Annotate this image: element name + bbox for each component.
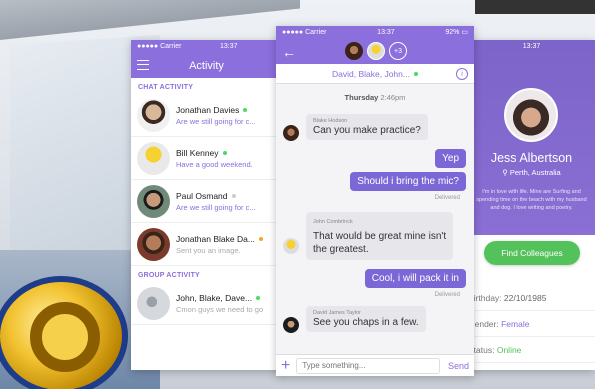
row-value: Female [501, 319, 530, 329]
add-attachment-icon[interactable]: + [281, 357, 290, 374]
row-value: Online [496, 345, 522, 355]
chat-screen: ●●●●● Carrier 13:37 92% ▭ ← +3 David, Bl… [276, 26, 474, 376]
avatar [137, 184, 170, 218]
online-indicator [256, 295, 261, 300]
time-label: 13:37 [522, 43, 541, 50]
sender-avatar [283, 238, 299, 254]
chat-list-item[interactable]: Bill Kenney Have a good weekend. [131, 137, 282, 180]
chat-list-item[interactable]: Jonathan Blake Da... Sent you an image. [131, 223, 282, 266]
message-preview: Are we still going for c... [176, 202, 256, 212]
time-label: 13:37 [377, 28, 395, 36]
message-bubble-incoming: John Combrinck That would be great mine i… [306, 212, 454, 260]
delivered-status: Delivered [434, 195, 460, 201]
message-composer: + Send [276, 354, 474, 376]
status-bar: ●●●●● Carrier 13:37 92% ▭ [276, 26, 474, 38]
avatar [137, 141, 170, 175]
back-arrow-icon[interactable]: ← [282, 44, 296, 60]
group-list-item[interactable]: John, Blake, Dave... Cmon guys we need t… [131, 282, 282, 325]
status-bar: 13:37 [468, 40, 595, 53]
carrier-label: ●●●●● Carrier [137, 43, 182, 50]
battery-icon: ▭ [461, 29, 468, 36]
profile-location: Perth, Australia [509, 168, 561, 177]
status-bar: ●●●●● Carrier 13:37 [131, 40, 282, 53]
profile-name: Jess Albertson [490, 151, 573, 165]
message-preview: Are we still going for c... [176, 116, 256, 126]
profile-screen: 13:37 Jess Albertson ⚲ Perth, Australia … [468, 40, 595, 370]
send-button[interactable]: Send [448, 361, 469, 371]
profile-avatar [504, 88, 558, 142]
contact-name: Jonathan Blake Da... [176, 233, 255, 244]
time-label: 2:46pm [380, 93, 406, 102]
section-header-group: GROUP ACTIVITY [138, 272, 200, 279]
message-text-line2: the greatest. [313, 244, 369, 255]
away-indicator [258, 236, 263, 241]
sender-name: Blake Hodson [313, 118, 348, 124]
profile-row-gender: Gender: Female [468, 311, 595, 337]
profile-row-status: Status: Online [468, 337, 595, 363]
message-input[interactable] [296, 357, 440, 374]
message-preview: Have a good weekend. [176, 159, 253, 169]
chat-list-item[interactable]: Jonathan Davies Are we still going for c… [131, 94, 282, 137]
profile-row-birthday: Birthday: 22/10/1985 [468, 285, 595, 311]
profile-header: 13:37 Jess Albertson ⚲ Perth, Australia … [468, 40, 595, 235]
location-pin-icon: ⚲ [502, 168, 510, 177]
carrier-label: ●●●●● Carrier [282, 28, 327, 36]
section-header-chat: CHAT ACTIVITY [138, 84, 194, 91]
sender-name: John Combrinck [313, 219, 353, 225]
group-avatar [137, 286, 170, 320]
offline-indicator [231, 193, 236, 198]
delivered-status: Delivered [434, 292, 460, 298]
message-list: Thursday 2:46pm Blake Hodson Can you make… [276, 84, 474, 354]
conversation-title-bar: David, Blake, John... i [276, 64, 474, 84]
message-text: Yep [442, 153, 459, 164]
participant-avatar[interactable] [367, 42, 385, 60]
sender-name: David James Taylor [313, 310, 361, 316]
message-text: Should i bring the mic? [357, 176, 459, 187]
navigation-bar: Activity [131, 53, 282, 78]
group-name: John, Blake, Dave... [176, 292, 253, 303]
chat-header: ●●●●● Carrier 13:37 92% ▭ ← +3 [276, 26, 474, 64]
sender-avatar [283, 125, 299, 141]
participant-avatar[interactable] [345, 42, 363, 60]
activity-screen: ●●●●● Carrier 13:37 Activity CHAT ACTIVI… [131, 40, 282, 370]
day-label: Thursday [344, 93, 379, 102]
contact-name: Bill Kenney [176, 147, 219, 158]
date-separator: Thursday 2:46pm [276, 93, 474, 102]
avatar [137, 98, 170, 132]
info-icon[interactable]: i [456, 68, 468, 80]
more-participants-badge[interactable]: +3 [389, 42, 407, 60]
battery-label: 92% [445, 29, 460, 36]
conversation-title: David, Blake, John... [332, 68, 410, 79]
message-bubble-incoming: David James Taylor See you chaps in a few… [306, 306, 426, 332]
page-title: Activity [189, 59, 224, 72]
message-bubble-outgoing: Yep [435, 149, 466, 168]
profile-bio: I'm in love with life. Mine are Surfing … [476, 189, 587, 211]
sender-avatar [283, 317, 299, 333]
chat-list-item[interactable]: Paul Osmand Are we still going for c... [131, 180, 282, 223]
message-text: Can you make practice? [313, 125, 421, 136]
message-text: Cool, i will pack it in [371, 273, 459, 284]
at-sign-core [30, 302, 100, 372]
menu-icon[interactable] [137, 60, 149, 70]
online-indicator [243, 107, 248, 112]
time-label: 13:37 [219, 43, 238, 50]
message-bubble-outgoing: Cool, i will pack it in [364, 269, 466, 288]
row-value: 22/10/1985 [503, 293, 547, 303]
find-colleagues-button[interactable]: Find Colleagues [484, 241, 580, 265]
contact-name: Jonathan Davies [176, 104, 240, 115]
avatar [137, 227, 170, 261]
message-preview: Sent you an image. [176, 245, 241, 255]
message-bubble-outgoing: Should i bring the mic? [350, 172, 466, 191]
online-indicator [222, 150, 227, 155]
contact-name: Paul Osmand [176, 190, 228, 201]
message-preview: Cmon guys we need to go [176, 304, 264, 314]
message-bubble-incoming: Blake Hodson Can you make practice? [306, 114, 428, 140]
message-text: See you chaps in a few. [313, 317, 419, 328]
message-text: That would be great mine isn't [313, 231, 447, 242]
online-indicator [413, 71, 418, 76]
